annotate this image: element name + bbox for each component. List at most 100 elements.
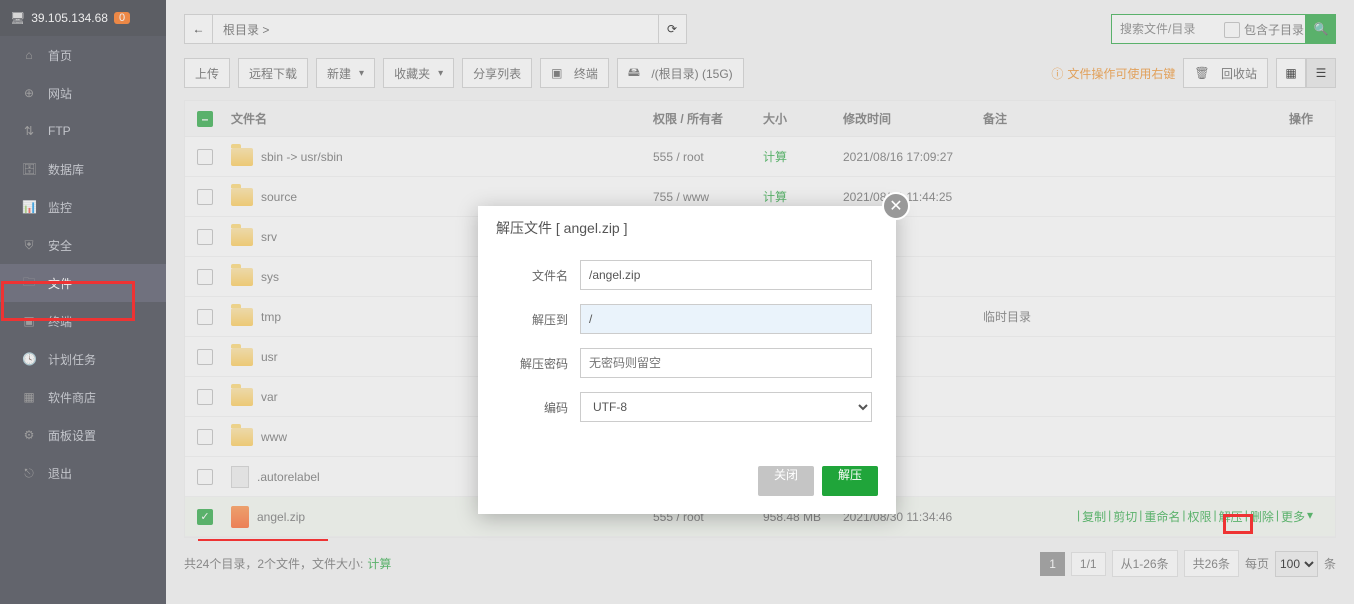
- encoding-select[interactable]: UTF-8: [580, 392, 872, 422]
- nav-database[interactable]: 🗄数据库: [0, 150, 166, 188]
- row-checkbox[interactable]: [197, 269, 213, 285]
- breadcrumb-text: 根目录 >: [223, 21, 269, 38]
- file-name: sys: [261, 270, 279, 284]
- extract-modal: ✕ 解压文件 [ angel.zip ] 文件名 解压到 解压密码 编码 UTF…: [478, 206, 896, 514]
- remote-download-button[interactable]: 远程下载: [238, 58, 308, 88]
- disk-icon: 🖴: [628, 63, 640, 84]
- trash-icon: 🗑: [1194, 66, 1209, 80]
- page-range: 从1-26条: [1112, 550, 1178, 577]
- trash-button[interactable]: 🗑 回收站: [1183, 58, 1268, 88]
- calc-total-size[interactable]: 计算: [367, 555, 391, 572]
- context-hint: ⓘ文件操作可使用右键: [1051, 65, 1175, 82]
- col-name[interactable]: 文件名: [227, 110, 653, 127]
- op-link[interactable]: 解压: [1219, 508, 1243, 525]
- nav-label: 首页: [48, 47, 72, 64]
- nav-label: 终端: [48, 313, 72, 330]
- row-checkbox[interactable]: ✓: [197, 509, 213, 525]
- select-all-checkbox[interactable]: –: [197, 111, 213, 127]
- label: 终端: [574, 65, 598, 82]
- file-perm: 755 / www: [653, 190, 763, 204]
- col-size[interactable]: 大小: [763, 110, 843, 127]
- modal-close-button[interactable]: ✕: [882, 192, 910, 220]
- terminal-button[interactable]: ▣ 终端: [540, 58, 609, 88]
- col-note[interactable]: 备注: [983, 110, 1073, 127]
- op-link[interactable]: 重命名: [1144, 508, 1180, 525]
- file-name: www: [261, 430, 287, 444]
- notice-badge[interactable]: 0: [114, 12, 130, 24]
- grid-view-button[interactable]: ▦: [1276, 58, 1306, 88]
- nav-settings[interactable]: ⚙面板设置: [0, 416, 166, 454]
- sidebar: 🖥 39.105.134.68 0 ⌂首页 ⊕网站 ⇅FTP 🗄数据库 📊监控 …: [0, 0, 166, 604]
- row-checkbox[interactable]: [197, 429, 213, 445]
- file-mtime: 2021/08/16 17:09:27: [843, 150, 983, 164]
- row-checkbox[interactable]: [197, 309, 213, 325]
- file-size[interactable]: 计算: [763, 188, 843, 205]
- label: 编码: [502, 399, 568, 416]
- path-refresh-button[interactable]: ⟳: [659, 14, 687, 44]
- clock-icon: 🕓: [22, 352, 36, 366]
- disk-selector[interactable]: 🖴 /(根目录) (15G): [617, 58, 744, 88]
- row-checkbox[interactable]: [197, 469, 213, 485]
- nav-label: 计划任务: [48, 351, 96, 368]
- favorites-button[interactable]: 收藏夹: [383, 58, 454, 88]
- search-button[interactable]: 🔍: [1306, 14, 1336, 44]
- op-link[interactable]: 剪切: [1113, 508, 1137, 525]
- op-link[interactable]: 复制: [1082, 508, 1106, 525]
- modal-ok-button[interactable]: 解压: [822, 466, 878, 496]
- file-size[interactable]: 计算: [763, 148, 843, 165]
- nav-home[interactable]: ⌂首页: [0, 36, 166, 74]
- extract-to-input[interactable]: [580, 304, 872, 334]
- file-name: srv: [261, 230, 277, 244]
- search-include-sub[interactable]: 包含子目录: [1224, 21, 1304, 38]
- file-ops: | 复制 | 剪切 | 重命名 | 权限 | 解压 | 删除 | 更多▾: [1073, 508, 1323, 525]
- form-row-encoding: 编码 UTF-8: [502, 392, 872, 422]
- folder-icon: [231, 388, 253, 406]
- list-view-button[interactable]: ☰: [1306, 58, 1336, 88]
- perpage-select[interactable]: 100: [1275, 551, 1318, 577]
- row-checkbox[interactable]: [197, 389, 213, 405]
- footer: 共24个目录，2个文件，文件大小: 计算 1 1/1 从1-26条 共26条 每…: [184, 550, 1336, 577]
- nav-cron[interactable]: 🕓 计划任务: [0, 340, 166, 378]
- perpage-suffix: 条: [1324, 555, 1336, 572]
- upload-button[interactable]: 上传: [184, 58, 230, 88]
- breadcrumb[interactable]: 根目录 >: [212, 14, 659, 44]
- shield-icon: ⛨: [22, 238, 36, 253]
- nav-ftp[interactable]: ⇅FTP: [0, 112, 166, 150]
- share-list-button[interactable]: 分享列表: [462, 58, 532, 88]
- folder-icon: [231, 428, 253, 446]
- nav-appstore[interactable]: ▦软件商店: [0, 378, 166, 416]
- checkbox-label: 包含子目录: [1244, 21, 1304, 38]
- row-checkbox[interactable]: [197, 189, 213, 205]
- col-perm[interactable]: 权限 / 所有者: [653, 110, 763, 127]
- info-icon: ⓘ: [1051, 65, 1063, 82]
- password-input[interactable]: [580, 348, 872, 378]
- row-checkbox[interactable]: [197, 229, 213, 245]
- form-row-password: 解压密码: [502, 348, 872, 378]
- perpage-label: 每页: [1245, 555, 1269, 572]
- folder-icon: 🗀: [22, 273, 36, 294]
- nav-monitor[interactable]: 📊监控: [0, 188, 166, 226]
- table-header: – 文件名 权限 / 所有者 大小 修改时间 备注 操作: [185, 101, 1335, 137]
- nav-terminal[interactable]: ▣终端: [0, 302, 166, 340]
- op-link[interactable]: 权限: [1188, 508, 1212, 525]
- checkbox[interactable]: [1224, 22, 1240, 38]
- nav-logout[interactable]: ⎋退出: [0, 454, 166, 492]
- nav-label: 数据库: [48, 161, 84, 178]
- nav-security[interactable]: ⛨安全: [0, 226, 166, 264]
- folder-icon: [231, 148, 253, 166]
- pagination: 1 1/1 从1-26条 共26条 每页 100 条: [1040, 550, 1336, 577]
- op-link[interactable]: 更多: [1281, 508, 1305, 525]
- op-link[interactable]: 删除: [1250, 508, 1274, 525]
- row-checkbox[interactable]: [197, 349, 213, 365]
- nav-site[interactable]: ⊕网站: [0, 74, 166, 112]
- nav-files[interactable]: 🗀文件: [0, 264, 166, 302]
- col-mtime[interactable]: 修改时间: [843, 110, 983, 127]
- folder-icon: [231, 188, 253, 206]
- row-checkbox[interactable]: [197, 149, 213, 165]
- table-row[interactable]: sbin -> usr/sbin555 / root计算2021/08/16 1…: [185, 137, 1335, 177]
- filename-input[interactable]: [580, 260, 872, 290]
- path-back-button[interactable]: ←: [184, 14, 212, 44]
- create-button[interactable]: 新建: [316, 58, 375, 88]
- page-current[interactable]: 1: [1040, 552, 1065, 576]
- modal-cancel-button[interactable]: 关闭: [758, 466, 814, 496]
